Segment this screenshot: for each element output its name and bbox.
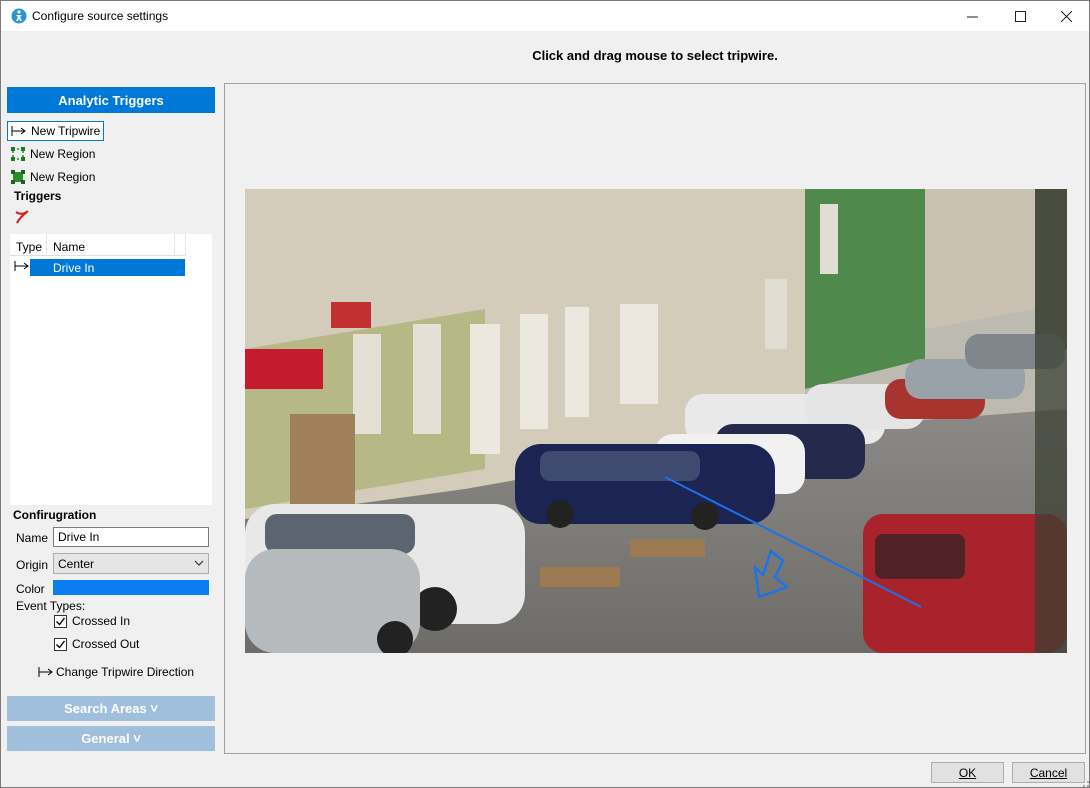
table-header: Type Name xyxy=(10,234,186,256)
triggers-table[interactable]: Type Name Drive In xyxy=(10,234,212,505)
column-divider xyxy=(46,234,47,256)
close-button[interactable] xyxy=(1043,1,1089,31)
checkbox-crossed-in[interactable] xyxy=(54,614,67,628)
name-label: Name xyxy=(16,531,49,545)
minimize-button[interactable] xyxy=(949,1,995,31)
instruction-text: Click and drag mouse to select tripwire. xyxy=(532,48,778,63)
cancel-button[interactable]: Cancel xyxy=(1012,762,1085,783)
close-icon xyxy=(1060,10,1072,22)
tripwire-icon xyxy=(38,667,53,677)
tripwire-icon xyxy=(11,126,26,136)
camera-image[interactable] xyxy=(245,189,1067,653)
crossed-out-checkbox[interactable]: Crossed Out xyxy=(54,637,139,651)
column-type[interactable]: Type xyxy=(16,240,42,254)
crossed-out-label: Crossed Out xyxy=(72,637,140,651)
checkmark-icon xyxy=(56,617,66,626)
maximize-icon xyxy=(1014,10,1026,22)
analytic-triggers-header[interactable]: Analytic Triggers xyxy=(7,87,215,113)
ok-button[interactable]: OK xyxy=(931,762,1004,783)
region-outline-icon xyxy=(11,147,25,161)
general-button[interactable]: General ˅ xyxy=(7,726,215,751)
resize-grip-icon[interactable] xyxy=(1082,780,1090,788)
new-region-filled-button[interactable]: New Region xyxy=(7,167,98,187)
column-name[interactable]: Name xyxy=(53,240,85,254)
chevron-down-icon xyxy=(194,560,204,566)
checkmark-icon xyxy=(56,640,66,649)
title-bar: Configure source settings xyxy=(0,0,1090,31)
origin-value: Center xyxy=(58,557,95,571)
new-tripwire-label: New Tripwire xyxy=(31,124,101,138)
ok-label: OK xyxy=(958,765,977,780)
delete-icon[interactable] xyxy=(14,209,30,225)
region-filled-icon xyxy=(11,170,25,184)
event-types-label: Event Types: xyxy=(16,599,86,613)
change-tripwire-direction-button[interactable]: Change Tripwire Direction xyxy=(38,665,194,679)
crossed-in-label: Crossed In xyxy=(72,614,131,628)
new-region-outline-label: New Region xyxy=(30,147,96,161)
new-region-filled-label: New Region xyxy=(30,170,96,184)
window-title: Configure source settings xyxy=(32,9,169,23)
origin-dropdown[interactable]: Center xyxy=(53,553,209,574)
cancel-label: Cancel xyxy=(1029,765,1068,780)
name-field[interactable]: Drive In xyxy=(53,527,209,547)
maximize-button[interactable] xyxy=(997,1,1043,31)
checkbox-crossed-out[interactable] xyxy=(54,637,67,651)
parking-lot-camera-view xyxy=(245,189,1067,653)
table-row[interactable]: Drive In xyxy=(30,259,185,276)
app-icon xyxy=(11,8,27,24)
tripwire-icon xyxy=(14,261,29,271)
column-divider xyxy=(185,234,186,256)
search-areas-button[interactable]: Search Areas ˅ xyxy=(7,696,215,721)
video-panel[interactable] xyxy=(224,83,1086,754)
color-label: Color xyxy=(16,582,45,596)
color-swatch[interactable] xyxy=(53,580,209,595)
new-region-outline-button[interactable]: New Region xyxy=(7,144,98,164)
minimize-icon xyxy=(966,16,978,17)
triggers-label: Triggers xyxy=(14,189,62,203)
origin-label: Origin xyxy=(16,558,49,572)
new-tripwire-button[interactable]: New Tripwire xyxy=(7,121,105,141)
configuration-label: Confirugration xyxy=(13,508,97,522)
crossed-in-checkbox[interactable]: Crossed In xyxy=(54,614,130,628)
column-divider xyxy=(174,234,175,256)
change-direction-label: Change Tripwire Direction xyxy=(56,665,195,679)
